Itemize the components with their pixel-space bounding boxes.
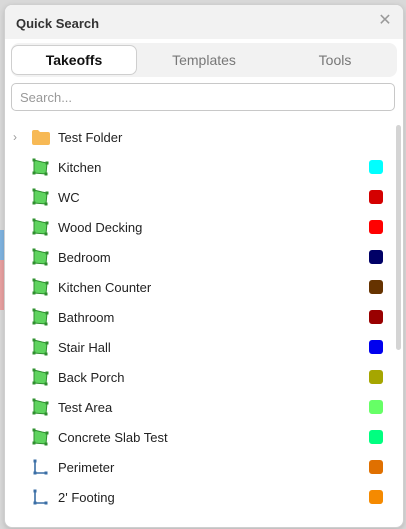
list-item[interactable]: Back Porch (5, 362, 395, 392)
color-swatch[interactable] (369, 160, 383, 174)
color-swatch[interactable] (369, 490, 383, 504)
list-item-label: Wood Decking (58, 220, 143, 235)
close-icon[interactable]: ✕ (377, 13, 393, 29)
list-item[interactable]: Perimeter (5, 452, 395, 482)
list-item[interactable]: Kitchen Counter (5, 272, 395, 302)
color-swatch[interactable] (369, 310, 383, 324)
tab-bar: Takeoffs Templates Tools (11, 43, 397, 77)
linear-icon (31, 458, 51, 476)
list-item-label: Concrete Slab Test (58, 430, 168, 445)
color-swatch[interactable] (369, 250, 383, 264)
color-swatch[interactable] (369, 460, 383, 474)
area-icon (31, 278, 51, 296)
list-item[interactable]: Wood Decking (5, 212, 395, 242)
area-icon (31, 158, 51, 176)
area-icon (31, 428, 51, 446)
list-item[interactable]: 2' Footing (5, 482, 395, 512)
area-icon (31, 188, 51, 206)
panel-titlebar[interactable]: Quick Search ✕ (5, 5, 403, 39)
area-icon (31, 248, 51, 266)
quick-search-panel: Quick Search ✕ Takeoffs Templates Tools … (4, 4, 404, 528)
folder-label: Test Folder (58, 130, 123, 145)
list-item[interactable]: Concrete Slab Test (5, 422, 395, 452)
tab-templates[interactable]: Templates (142, 45, 266, 75)
list-item-label: Test Area (58, 400, 113, 415)
list-item[interactable]: Kitchen (5, 152, 395, 182)
linear-icon (31, 488, 51, 506)
color-swatch[interactable] (369, 430, 383, 444)
list-item-label: Bedroom (58, 250, 111, 265)
panel-title: Quick Search (16, 16, 100, 31)
color-swatch[interactable] (369, 220, 383, 234)
list-item-label: WC (58, 190, 80, 205)
area-icon (31, 338, 51, 356)
list-item[interactable]: Test Area (5, 392, 395, 422)
list-item[interactable]: Bedroom (5, 242, 395, 272)
scrollbar[interactable] (396, 125, 401, 350)
area-icon (31, 218, 51, 236)
area-icon (31, 368, 51, 386)
color-swatch[interactable] (369, 400, 383, 414)
area-icon (31, 308, 51, 326)
color-swatch[interactable] (369, 280, 383, 294)
color-swatch[interactable] (369, 190, 383, 204)
area-icon (31, 398, 51, 416)
list-item-label: Kitchen Counter (58, 280, 152, 295)
list-item[interactable]: WC (5, 182, 395, 212)
folder-icon (31, 128, 51, 146)
color-swatch[interactable] (369, 370, 383, 384)
list-item-label: Kitchen (58, 160, 102, 175)
tab-takeoffs[interactable]: Takeoffs (11, 45, 137, 75)
search-input[interactable] (11, 83, 395, 111)
tab-tools[interactable]: Tools (273, 45, 397, 75)
chevron-right-icon[interactable]: › (13, 130, 25, 144)
list-item-label: Bathroom (58, 310, 115, 325)
takeoff-list: › Test Folder Kitchen WC Wood Decking Bedro… (5, 122, 395, 512)
list-item[interactable]: Stair Hall (5, 332, 395, 362)
color-swatch[interactable] (369, 340, 383, 354)
list-item-label: Stair Hall (58, 340, 111, 355)
list-item-label: Perimeter (58, 460, 115, 475)
list-item-label: Back Porch (58, 370, 125, 385)
list-item[interactable]: Bathroom (5, 302, 395, 332)
list-item-label: 2' Footing (58, 490, 115, 505)
folder-row[interactable]: › Test Folder (5, 122, 395, 152)
